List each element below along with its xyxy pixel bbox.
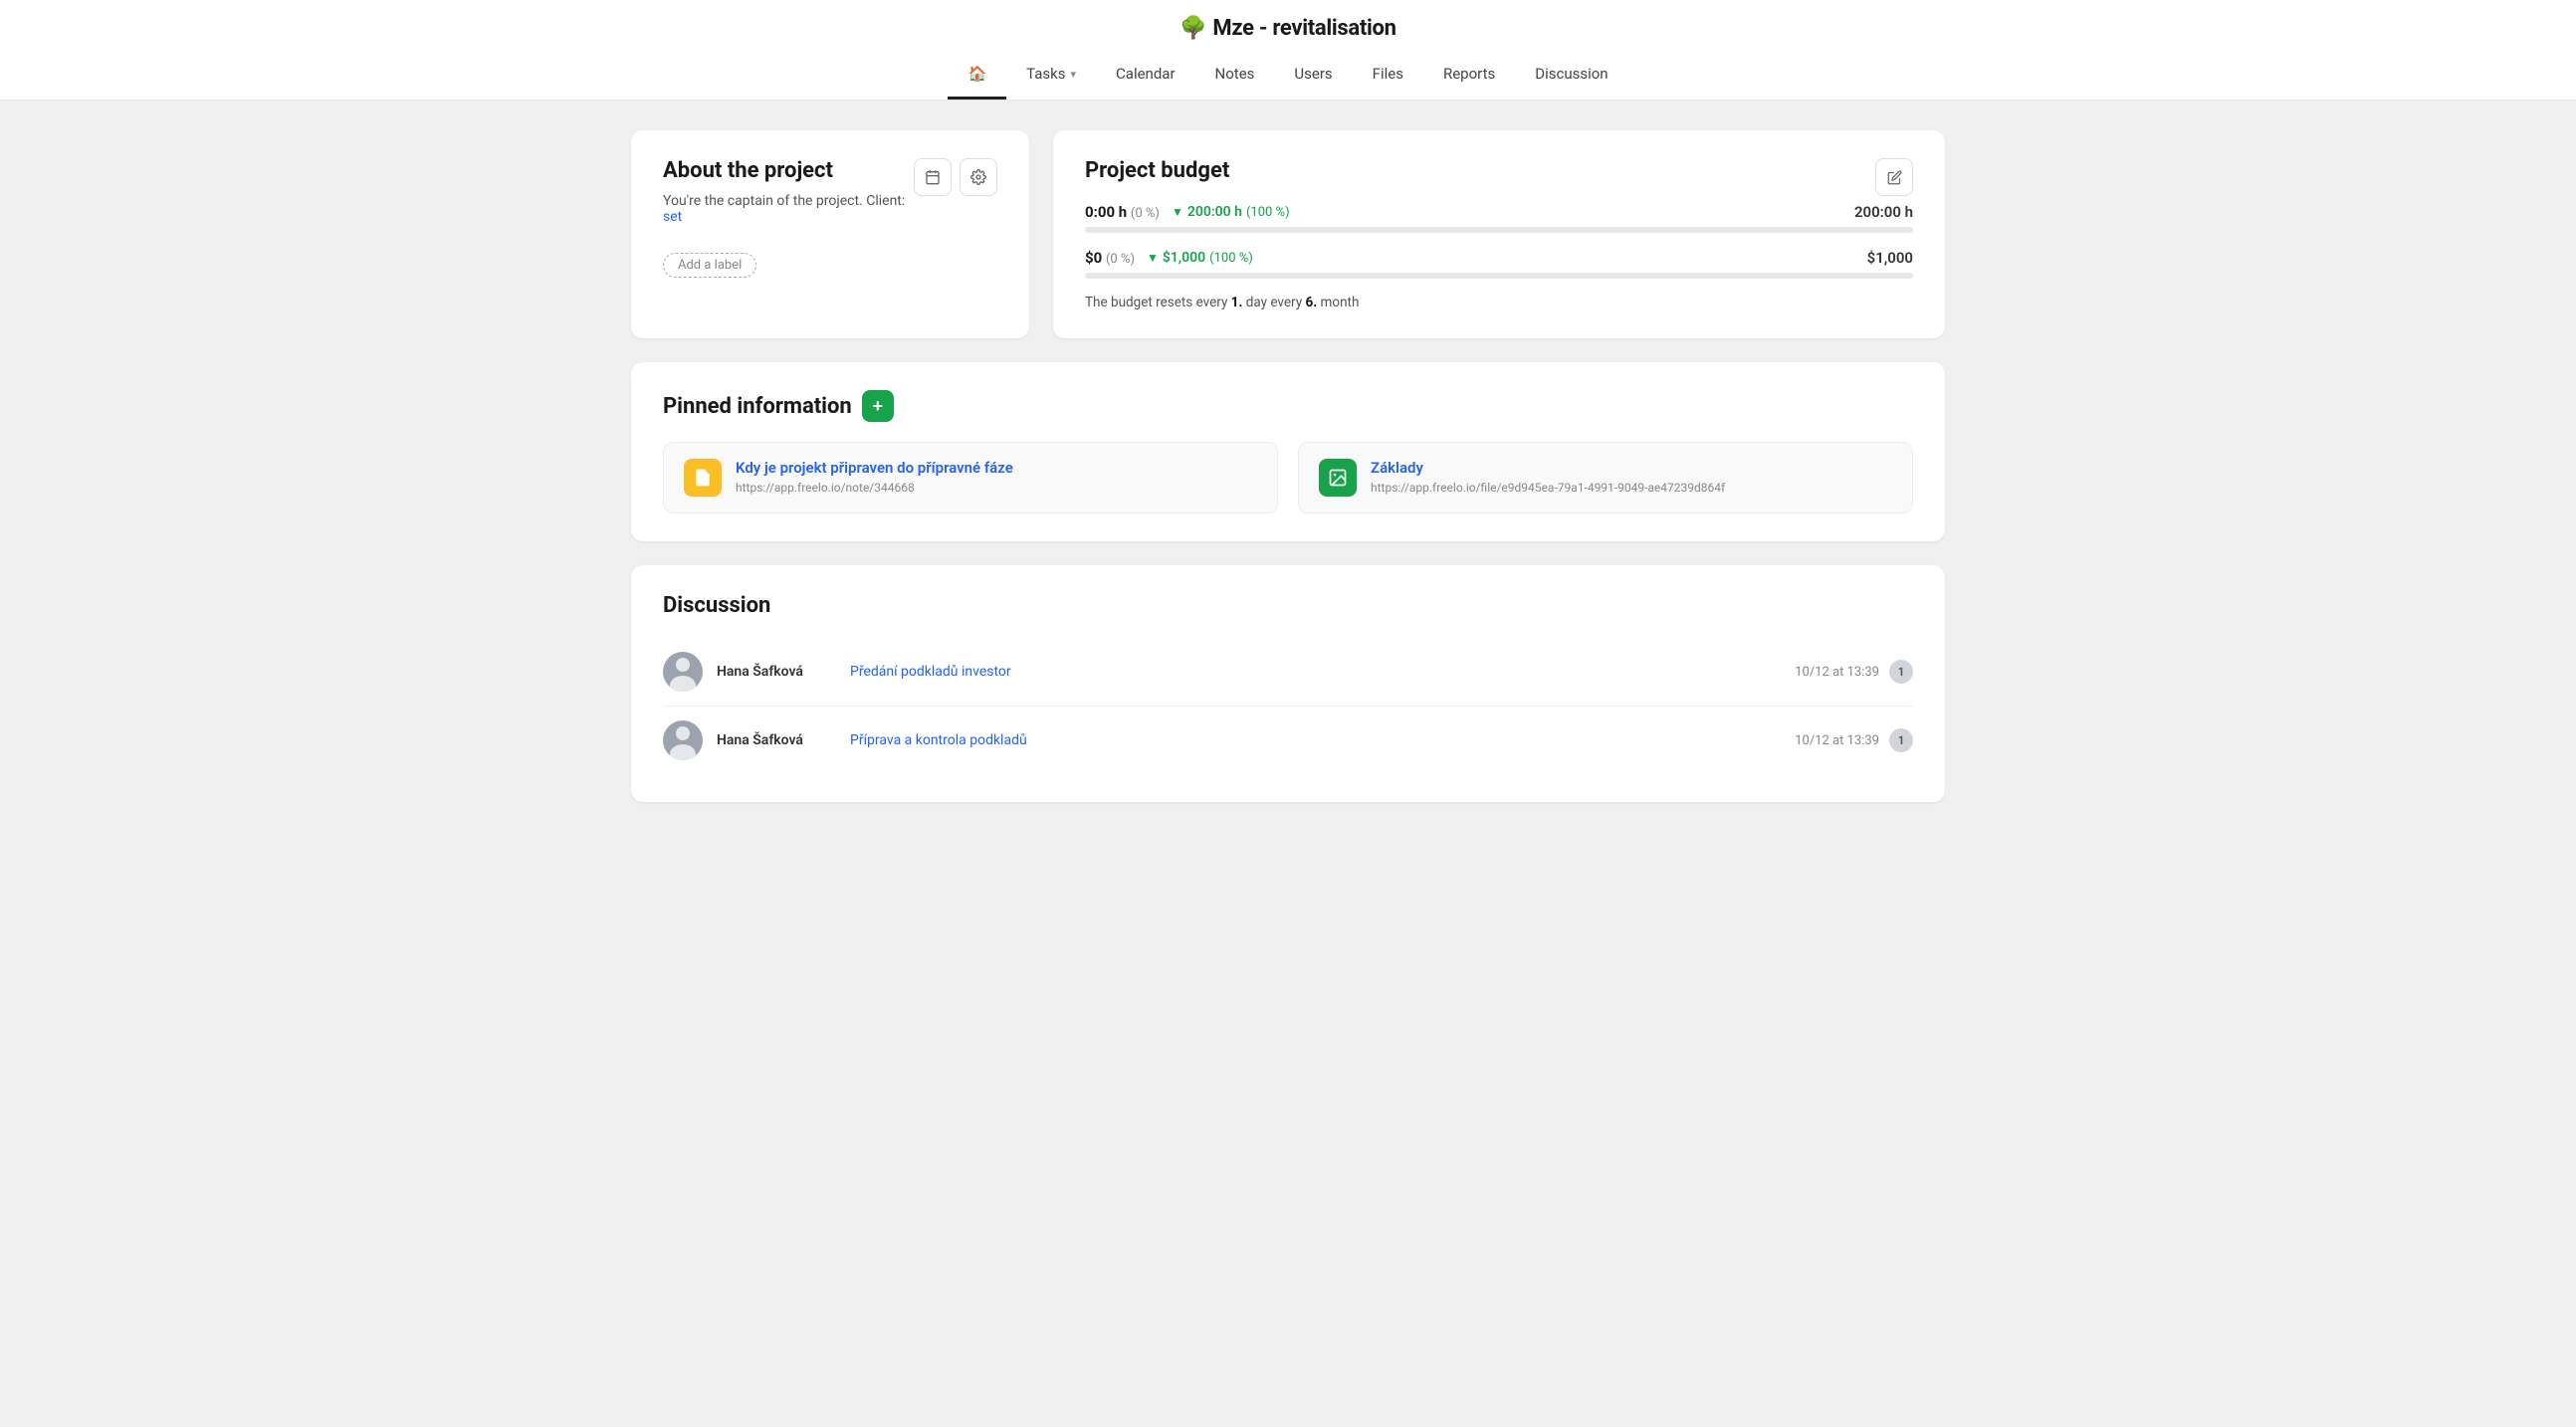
discussion-time: 10/12 at 13:39: [1795, 733, 1879, 748]
discussion-title: Discussion: [663, 593, 1913, 618]
calendar-icon: [925, 169, 941, 185]
about-title-area: About the project You're the captain of …: [663, 158, 914, 243]
pinned-item-note[interactable]: Kdy je projekt připraven do přípravné fá…: [663, 442, 1278, 513]
calendar-label: Calendar: [1116, 65, 1176, 83]
discussion-link[interactable]: Příprava a kontrola podkladů: [850, 732, 1781, 748]
pinned-card: Pinned information + Kdy je projekt přip…: [631, 362, 1945, 541]
nav-item-tasks[interactable]: Tasks ▾: [1006, 49, 1096, 100]
budget-header: Project budget: [1085, 158, 1913, 203]
discussion-badge: 1: [1889, 660, 1913, 684]
discussion-user: Hana Šafková: [717, 732, 836, 748]
add-pin-button[interactable]: +: [862, 390, 894, 422]
users-label: Users: [1294, 65, 1332, 83]
budget-money-used: ▼ $1,000 (100 %): [1147, 250, 1253, 266]
pinned-header: Pinned information +: [663, 390, 1913, 422]
avatar: [663, 652, 703, 692]
budget-hours-total: 200:00 h: [1854, 203, 1913, 221]
about-card: About the project You're the captain of …: [631, 130, 1029, 338]
reports-label: Reports: [1443, 65, 1495, 83]
image-icon: [1328, 468, 1348, 488]
pinned-items: Kdy je projekt připraven do přípravné fá…: [663, 442, 1913, 513]
about-header: About the project You're the captain of …: [663, 158, 997, 243]
main-content: About the project You're the captain of …: [591, 101, 1985, 832]
budget-money-total: $1,000: [1867, 249, 1913, 267]
main-nav: 🏠 Tasks ▾ Calendar Notes Users Files Rep…: [40, 49, 2536, 100]
budget-money-left: $0 (0 %) ▼ $1,000 (100 %): [1085, 249, 1253, 267]
discussion-link[interactable]: Předání podkladů investor: [850, 664, 1781, 680]
budget-hours-used: ▼ 200:00 h (100 %): [1172, 204, 1290, 220]
files-label: Files: [1373, 65, 1403, 83]
top-bar: 🌳Mze - revitalisation 🏠 Tasks ▾ Calendar…: [0, 0, 2576, 101]
app-emoji: 🌳: [1180, 16, 1206, 41]
tasks-label: Tasks: [1026, 65, 1065, 83]
discussion-item: Hana Šafková Příprava a kontrola podklad…: [663, 707, 1913, 774]
budget-hours-left: 0:00 h (0 %) ▼ 200:00 h (100 %): [1085, 203, 1290, 221]
pinned-title: Pinned information: [663, 394, 852, 419]
discussion-user: Hana Šafková: [717, 664, 836, 680]
discussion-label: Discussion: [1535, 65, 1608, 83]
pinned-note-content: Kdy je projekt připraven do přípravné fá…: [736, 459, 1013, 495]
about-title: About the project: [663, 158, 914, 183]
budget-hours-progress: [1085, 227, 1913, 233]
nav-item-notes[interactable]: Notes: [1195, 49, 1275, 100]
avatar: [663, 720, 703, 760]
add-label-area: Add a label: [663, 253, 997, 278]
pinned-file-url: https://app.freelo.io/file/e9d945ea-79a1…: [1371, 481, 1725, 495]
budget-note: The budget resets every 1. day every 6. …: [1085, 295, 1913, 310]
budget-money-progress: [1085, 273, 1913, 279]
down-arrow-icon: ▼: [1172, 205, 1183, 219]
notes-label: Notes: [1215, 65, 1255, 83]
nav-item-discussion[interactable]: Discussion: [1515, 49, 1627, 100]
budget-title: Project budget: [1085, 158, 1229, 183]
budget-money-values: $0 (0 %) ▼ $1,000 (100 %) $1,000: [1085, 249, 1913, 267]
nav-item-home[interactable]: 🏠: [948, 49, 1006, 100]
budget-edit-btn[interactable]: [1875, 158, 1913, 196]
pinned-note-icon: [684, 459, 722, 497]
calendar-icon-btn[interactable]: [914, 158, 952, 196]
down-arrow-money-icon: ▼: [1147, 251, 1159, 265]
budget-money-current: $0 (0 %): [1085, 249, 1135, 267]
about-subtitle: You're the captain of the project. Clien…: [663, 193, 914, 225]
plus-icon: +: [872, 396, 883, 417]
budget-hours-row: 0:00 h (0 %) ▼ 200:00 h (100 %) 200:00 h: [1085, 203, 1913, 233]
budget-money-row: $0 (0 %) ▼ $1,000 (100 %) $1,000: [1085, 249, 1913, 279]
document-icon: [693, 468, 713, 488]
home-icon: 🏠: [967, 65, 986, 83]
gear-icon: [970, 169, 986, 185]
pinned-file-icon: [1319, 459, 1357, 497]
nav-item-calendar[interactable]: Calendar: [1096, 49, 1195, 100]
discussion-badge: 1: [1889, 728, 1913, 752]
nav-item-reports[interactable]: Reports: [1423, 49, 1515, 100]
about-actions: [914, 158, 997, 196]
edit-icon: [1887, 170, 1902, 185]
discussion-meta: 10/12 at 13:39 1: [1795, 660, 1913, 684]
pinned-file-content: Základy https://app.freelo.io/file/e9d94…: [1371, 459, 1725, 495]
settings-icon-btn[interactable]: [960, 158, 997, 196]
budget-hours-current: 0:00 h (0 %): [1085, 203, 1160, 221]
discussion-item: Hana Šafková Předání podkladů investor 1…: [663, 638, 1913, 707]
pinned-note-title: Kdy je projekt připraven do přípravné fá…: [736, 459, 1013, 477]
nav-item-files[interactable]: Files: [1353, 49, 1423, 100]
discussion-meta: 10/12 at 13:39 1: [1795, 728, 1913, 752]
pinned-item-file[interactable]: Základy https://app.freelo.io/file/e9d94…: [1298, 442, 1913, 513]
add-label-button[interactable]: Add a label: [663, 253, 756, 278]
discussion-time: 10/12 at 13:39: [1795, 665, 1879, 680]
tasks-chevron-icon: ▾: [1071, 68, 1077, 81]
client-link[interactable]: set: [663, 209, 682, 225]
discussion-card: Discussion Hana Šafková Předání podkladů…: [631, 565, 1945, 802]
top-row: About the project You're the captain of …: [631, 130, 1945, 338]
pinned-file-title: Základy: [1371, 459, 1725, 477]
budget-hours-values: 0:00 h (0 %) ▼ 200:00 h (100 %) 200:00 h: [1085, 203, 1913, 221]
pinned-note-url: https://app.freelo.io/note/344668: [736, 481, 1013, 495]
app-title: 🌳Mze - revitalisation: [40, 0, 2536, 49]
nav-item-users[interactable]: Users: [1274, 49, 1352, 100]
budget-card: Project budget 0:00 h (0 %) ▼: [1053, 130, 1945, 338]
